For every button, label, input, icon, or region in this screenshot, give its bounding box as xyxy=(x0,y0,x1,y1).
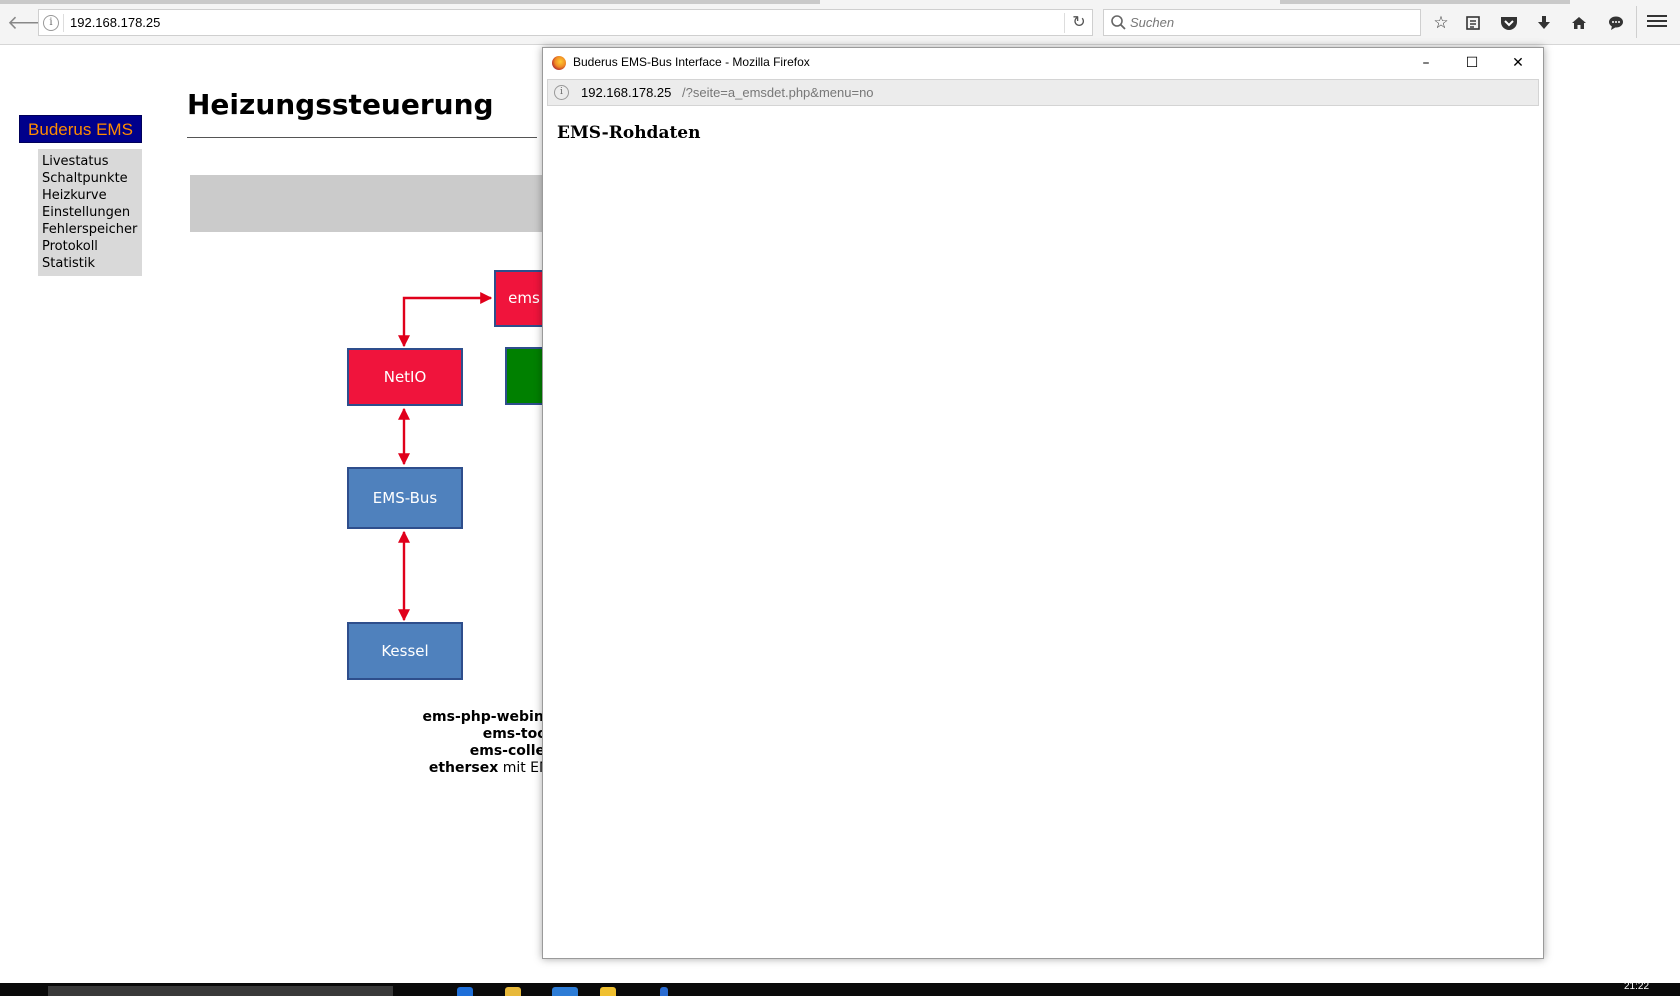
node-label: ems xyxy=(508,289,540,307)
explorer-icon[interactable] xyxy=(505,987,521,996)
taskbar-search[interactable] xyxy=(48,986,393,996)
credit-line[interactable]: ems-tools xyxy=(380,726,560,743)
popup-window: Buderus EMS-Bus Interface - Mozilla Fire… xyxy=(542,47,1544,959)
window-title: Buderus EMS-Bus Interface - Mozilla Fire… xyxy=(573,55,810,69)
close-button[interactable]: ✕ xyxy=(1495,48,1541,79)
firefox-icon xyxy=(552,56,566,70)
edge-icon[interactable] xyxy=(457,987,473,996)
arrow-netio-ems xyxy=(398,292,493,348)
credit-line[interactable]: ems-collect xyxy=(380,743,560,760)
app-icon[interactable] xyxy=(660,987,668,996)
diagram-node-emsbus: EMS-Bus xyxy=(347,467,463,529)
info-icon[interactable]: i xyxy=(554,85,569,100)
popup-url-path[interactable]: /?seite=a_emsdet.php&menu=no xyxy=(682,85,874,100)
credit-line[interactable]: ethersex mit EMS xyxy=(380,760,560,777)
minimize-button[interactable]: – xyxy=(1403,48,1449,79)
credits: ems-php-webinte ems-tools ems-collect et… xyxy=(380,709,560,777)
maximize-button[interactable]: ☐ xyxy=(1449,48,1495,79)
diagram-node-netio: NetIO xyxy=(347,348,463,406)
node-label: EMS-Bus xyxy=(372,489,438,507)
credit-line[interactable]: ems-php-webinte xyxy=(380,709,560,726)
taskbar-clock[interactable]: 21:22 xyxy=(1624,981,1649,992)
popup-url-host[interactable]: 192.168.178.25 xyxy=(581,85,671,100)
firefox-taskbar-icon[interactable] xyxy=(552,987,578,996)
popup-address-bar[interactable]: i 192.168.178.25 /?seite=a_emsdet.php&me… xyxy=(547,79,1539,106)
taskbar: 21:22 xyxy=(0,981,1680,996)
node-label: Kessel xyxy=(381,642,429,660)
app-icon[interactable] xyxy=(600,987,616,996)
popup-heading: EMS-Rohdaten xyxy=(557,123,701,143)
node-label: NetIO xyxy=(383,368,427,386)
diagram-node-kessel: Kessel xyxy=(347,622,463,680)
window-titlebar[interactable]: Buderus EMS-Bus Interface - Mozilla Fire… xyxy=(543,48,1543,79)
